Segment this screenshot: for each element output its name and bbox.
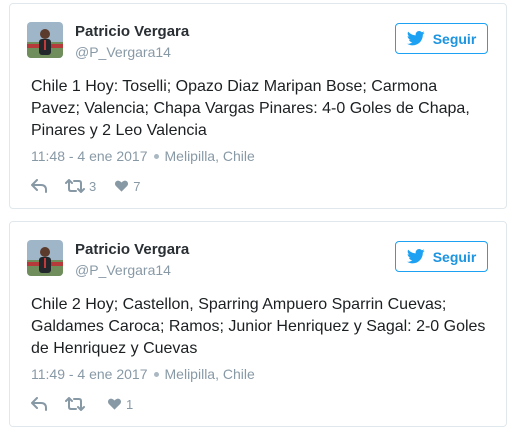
tweet-meta: 11:49 - 4 ene 2017 Melipilla, Chile [31, 366, 255, 382]
tweet-location[interactable]: Melipilla, Chile [165, 366, 255, 382]
user-handle[interactable]: @P_Vergara14 [75, 44, 171, 60]
user-handle[interactable]: @P_Vergara14 [75, 262, 171, 278]
bird-icon [406, 249, 425, 264]
tweet-timestamp[interactable]: 11:48 - 4 ene 2017 [31, 148, 148, 164]
follow-button[interactable]: Seguir [395, 241, 488, 272]
bird-icon [406, 31, 425, 46]
tweet-location[interactable]: Melipilla, Chile [165, 148, 255, 164]
avatar[interactable] [27, 22, 63, 58]
reply-button[interactable] [31, 397, 47, 411]
like-count: 7 [133, 178, 141, 194]
display-name[interactable]: Patricio Vergara [75, 241, 189, 258]
follow-label: Seguir [432, 30, 477, 47]
location-pin-icon [153, 153, 159, 159]
heart-icon [115, 180, 129, 192]
follow-label: Seguir [432, 248, 477, 265]
retweet-icon [65, 179, 85, 193]
follow-button[interactable]: Seguir [395, 23, 488, 54]
reply-button[interactable] [31, 179, 47, 193]
tweet-timestamp[interactable]: 11:49 - 4 ene 2017 [31, 366, 148, 382]
retweet-count: 3 [89, 178, 97, 194]
tweet-actions: 3 7 [31, 177, 158, 195]
tweet-card: Patricio Vergara @P_Vergara14 Seguir Chi… [9, 3, 507, 209]
tweet-meta: 11:48 - 4 ene 2017 Melipilla, Chile [31, 148, 255, 164]
avatar-image [27, 240, 63, 276]
heart-icon [107, 398, 122, 410]
tweet-card: Patricio Vergara @P_Vergara14 Seguir Chi… [9, 221, 507, 427]
tweet-text: Chile 1 Hoy: Toselli; Opazo Diaz Maripan… [31, 78, 470, 139]
tweet-text: Chile 2 Hoy; Castellon, Sparring Ampuero… [31, 296, 486, 357]
location-pin-icon [153, 371, 159, 377]
retweet-button[interactable] [65, 397, 89, 411]
display-name[interactable]: Patricio Vergara [75, 23, 189, 40]
reply-icon [31, 179, 47, 193]
retweet-icon [65, 397, 85, 411]
avatar[interactable] [27, 240, 63, 276]
avatar-image [27, 22, 63, 58]
tweet-actions: 1 [31, 395, 151, 413]
like-count: 1 [126, 396, 134, 412]
reply-icon [31, 397, 47, 411]
like-button[interactable]: 1 [107, 397, 133, 412]
retweet-button[interactable]: 3 [65, 179, 96, 194]
like-button[interactable]: 7 [114, 179, 140, 194]
